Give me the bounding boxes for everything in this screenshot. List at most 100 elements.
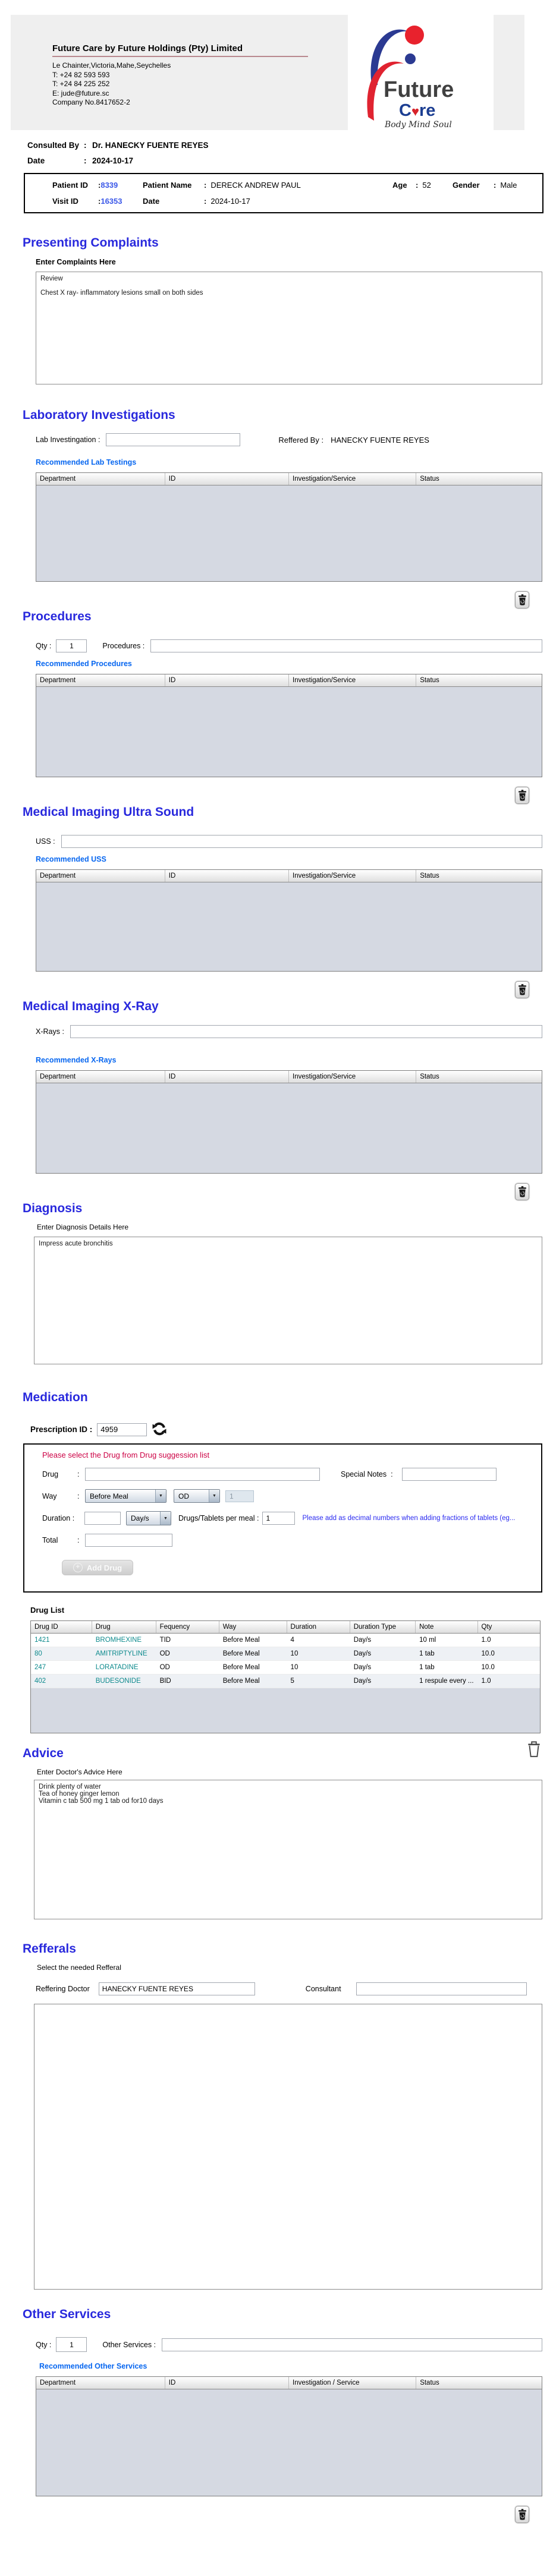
xray-label: X-Rays : <box>36 1027 64 1036</box>
company-info: Future Care by Future Holdings (Pty) Lim… <box>52 43 308 108</box>
procedures-qty-input[interactable] <box>56 639 87 652</box>
drug-cell: 10.0 <box>481 1664 495 1671</box>
company-title: Future Care by Future Holdings (Pty) Lim… <box>52 43 308 57</box>
diagnosis-label: Enter Diagnosis Details Here <box>37 1223 129 1231</box>
drug-list-delete-button[interactable] <box>527 1741 541 1760</box>
special-notes-label: Special Notes : <box>341 1470 393 1478</box>
consulted-by-row: Consulted By: Dr. HANECKY FUENTE REYES <box>27 141 209 150</box>
consult-date-value: 2024-10-17 <box>92 156 134 165</box>
other-services-input[interactable] <box>162 2338 542 2351</box>
way-selected-value: Before Meal <box>90 1492 128 1500</box>
total-input[interactable] <box>85 1534 172 1547</box>
other-col-id: ID <box>165 2377 289 2389</box>
drug-cell: 10 ml <box>419 1637 436 1644</box>
referral-details-box[interactable] <box>34 2004 542 2290</box>
trash-outline-icon <box>528 1741 540 1757</box>
add-drug-label: Add Drug <box>86 1563 122 1572</box>
drug-cell: 1.0 <box>481 1678 491 1685</box>
referrals-title: Refferals <box>23 1942 76 1956</box>
procedures-qty-row: Qty : Procedures : <box>36 639 553 652</box>
complaints-textarea[interactable]: Review Chest X ray- inflammatory lesions… <box>36 272 542 384</box>
consult-date-row: Date:2024-10-17 <box>27 156 134 165</box>
frequency-selected-value: OD <box>178 1492 189 1500</box>
drug-cell: 1 tab <box>419 1664 435 1671</box>
uss-table-header: Department ID Investigation/Service Stat… <box>36 870 542 882</box>
other-qty-label: Qty : <box>36 2340 52 2349</box>
xray-delete-button[interactable] <box>515 1183 529 1200</box>
uss-table-body <box>36 882 542 971</box>
diagnosis-textarea[interactable]: Impress acute bronchitis <box>34 1237 542 1364</box>
uss-col-department: Department <box>36 870 165 882</box>
special-notes-input[interactable] <box>401 1468 497 1481</box>
other-services-title: Other Services <box>23 2307 111 2321</box>
drug-cell: Before Meal <box>222 1650 260 1657</box>
drug-cell: Day/s <box>353 1637 372 1644</box>
drug-cell: BUDESONIDE <box>95 1678 141 1685</box>
lab-delete-button[interactable] <box>515 591 529 608</box>
trash-icon <box>518 790 526 801</box>
other-delete-button[interactable] <box>515 2506 529 2523</box>
chevron-down-icon: ▼ <box>209 1490 219 1502</box>
drug-row[interactable]: 247 LORATADINE OD Before Meal 10 Day/s 1 tab 10… <box>31 1661 540 1675</box>
duration-unit-select[interactable]: Day/s ▼ <box>126 1511 171 1525</box>
other-table-body <box>36 2389 542 2496</box>
uss-trash-row <box>0 981 529 998</box>
procedures-delete-button[interactable] <box>515 787 529 804</box>
lab-investigation-label: Lab Investingation : <box>36 436 100 444</box>
drug-row[interactable]: 402 BUDESONIDE BID Before Meal 5 Day/s 1 respu… <box>31 1675 540 1688</box>
patient-id-label: Patient ID <box>52 181 88 190</box>
lab-investigation-input[interactable] <box>106 433 241 446</box>
drug-col-name: Drug <box>92 1621 156 1633</box>
frequency-select[interactable]: OD ▼ <box>174 1489 220 1503</box>
company-logo: Future C♥re Body Mind Soul <box>348 15 494 130</box>
other-col-department: Department <box>36 2377 165 2389</box>
svg-text:Body Mind Soul: Body Mind Soul <box>384 120 452 130</box>
diagnosis-title: Diagnosis <box>23 1202 83 1215</box>
duration-input[interactable] <box>84 1512 121 1525</box>
drug-row[interactable]: 80 AMITRIPTYLINE OD Before Meal 10 Day/s 1 tab… <box>31 1647 540 1661</box>
uss-input[interactable] <box>61 835 542 848</box>
drug-table-empty-area <box>31 1688 540 1733</box>
drug-suggestion-hint: Please select the Drug from Drug suggess… <box>42 1451 210 1459</box>
procedures-table: Department ID Investigation/Service Stat… <box>36 674 542 777</box>
xray-col-id: ID <box>165 1071 289 1083</box>
consultant-input[interactable] <box>356 1982 527 1995</box>
advice-textarea[interactable]: Drink plenty of water Tea of honey ginge… <box>34 1780 542 1919</box>
lab-trash-row <box>0 591 529 608</box>
way-select[interactable]: Before Meal ▼ <box>85 1489 166 1503</box>
drug-cell: LORATADINE <box>95 1664 139 1671</box>
xray-input[interactable] <box>70 1025 542 1038</box>
uss-delete-button[interactable] <box>515 981 529 998</box>
other-qty-input[interactable] <box>56 2337 87 2352</box>
prescription-refresh-button[interactable] <box>150 1421 168 1437</box>
consultation-page: Future Care by Future Holdings (Pty) Lim… <box>0 15 553 2576</box>
patient-name-label: Patient Name <box>143 181 192 190</box>
drug-input[interactable] <box>85 1468 320 1481</box>
drug-row[interactable]: 1421 BROMHEXINE TID Before Meal 4 Day/s 10 ml 1… <box>31 1634 540 1647</box>
referring-doctor-input[interactable] <box>98 1982 255 1995</box>
drug-cell: Before Meal <box>222 1637 260 1644</box>
chevron-down-icon: ▼ <box>160 1512 171 1525</box>
other-trash-row <box>0 2506 529 2523</box>
drug-cell: TID <box>159 1637 171 1644</box>
xray-col-investigation: Investigation/Service <box>289 1071 417 1083</box>
chevron-down-icon: ▼ <box>155 1490 166 1502</box>
svg-text:Future: Future <box>384 77 454 102</box>
duration-unit-value: Day/s <box>131 1514 149 1522</box>
drug-col-duration-type: Duration Type <box>350 1621 416 1633</box>
drug-cell: 10 <box>290 1664 299 1671</box>
add-drug-button[interactable]: + Add Drug <box>62 1560 133 1575</box>
drug-list-label: Drug List <box>30 1606 65 1615</box>
prescription-id-input[interactable] <box>97 1423 147 1436</box>
per-meal-input[interactable] <box>262 1512 296 1525</box>
trash-icon <box>518 1186 526 1197</box>
drug-col-duration: Duration <box>287 1621 350 1633</box>
company-address: Le Chainter,Victoria,Mahe,Seychelles <box>52 61 171 70</box>
lab-col-department: Department <box>36 473 165 485</box>
procedures-title: Procedures <box>23 610 92 623</box>
svg-text:C♥re: C♥re <box>399 101 435 120</box>
patient-id-value: 8339 <box>100 181 118 190</box>
advice-title: Advice <box>23 1746 64 1760</box>
presenting-complaints-title: Presenting Complaints <box>23 236 159 250</box>
procedures-input[interactable] <box>150 639 542 652</box>
